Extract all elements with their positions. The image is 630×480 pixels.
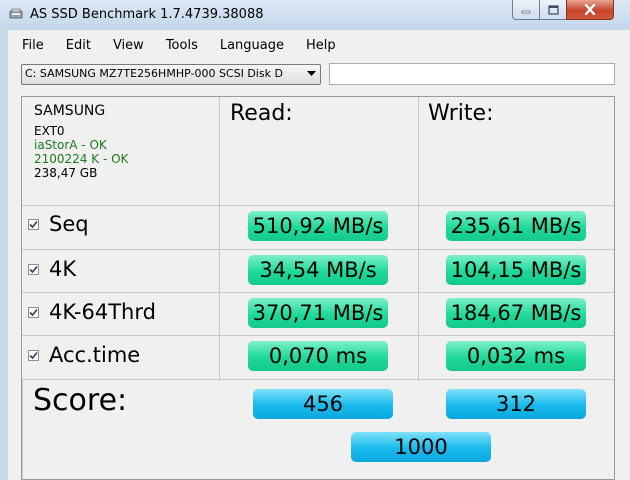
- menu-help[interactable]: Help: [292, 36, 344, 56]
- grid-divider: [22, 205, 614, 206]
- 4k-64thrd-checkbox[interactable]: [28, 307, 39, 318]
- row-label-acc-time: Acc.time: [49, 343, 141, 367]
- checkmark-icon: [29, 308, 38, 317]
- checkmark-icon: [29, 220, 38, 229]
- grid-divider: [418, 97, 419, 381]
- benchmark-table: SAMSUNG EXT0 iaStorA - OK 2100224 K - OK…: [21, 96, 615, 480]
- grid-divider: [22, 249, 614, 250]
- menu-view[interactable]: View: [99, 36, 152, 56]
- 4k-64thrd-read-result: 370,71 MB/s: [248, 298, 388, 328]
- seq-checkbox[interactable]: [28, 219, 39, 230]
- read-score: 456: [253, 389, 393, 419]
- write-score: 312: [446, 389, 586, 419]
- 4k-write-result: 104,15 MB/s: [446, 255, 586, 285]
- drive-select-value: C: SAMSUNG MZ7TE256HMHP-000 SCSI Disk D: [25, 67, 283, 80]
- checkmark-icon: [29, 265, 38, 274]
- row-label-4k-64thrd: 4K-64Thrd: [49, 300, 156, 324]
- menu-bar: File Edit View Tools Language Help: [8, 36, 344, 56]
- drive-firmware: EXT0: [34, 124, 65, 138]
- total-score: 1000: [351, 432, 491, 462]
- grid-divider: [22, 335, 614, 336]
- 4k-checkbox[interactable]: [28, 264, 39, 275]
- close-icon: [584, 4, 596, 15]
- grid-divider: [22, 379, 23, 479]
- menu-file[interactable]: File: [8, 36, 52, 56]
- grid-divider: [22, 379, 614, 380]
- maximize-icon: [547, 4, 559, 15]
- write-column-header: Write:: [428, 101, 494, 126]
- acc-time-checkbox[interactable]: [28, 350, 39, 361]
- name-field[interactable]: [329, 63, 615, 85]
- menu-edit[interactable]: Edit: [52, 36, 99, 56]
- drive-capacity: 238,47 GB: [34, 166, 98, 180]
- drive-info: SAMSUNG EXT0 iaStorA - OK 2100224 K - OK…: [34, 103, 128, 180]
- drive-select[interactable]: C: SAMSUNG MZ7TE256HMHP-000 SCSI Disk D: [21, 64, 321, 85]
- 4k-64thrd-write-result: 184,67 MB/s: [446, 298, 586, 328]
- minimize-icon: [521, 10, 531, 13]
- seq-write-result: 235,61 MB/s: [446, 211, 586, 241]
- minimize-button[interactable]: [512, 0, 540, 20]
- 4k-read-result: 34,54 MB/s: [248, 255, 388, 285]
- menu-language[interactable]: Language: [206, 36, 292, 56]
- menu-tools[interactable]: Tools: [152, 36, 206, 56]
- seq-read-result: 510,92 MB/s: [248, 211, 388, 241]
- drive-alignment-status: 2100224 K - OK: [34, 152, 129, 166]
- acc-time-read-result: 0,070 ms: [248, 341, 388, 371]
- read-column-header: Read:: [230, 101, 293, 126]
- row-label-4k: 4K: [49, 257, 77, 281]
- drive-vendor: SAMSUNG: [34, 103, 106, 119]
- checkmark-icon: [29, 351, 38, 360]
- close-button[interactable]: [566, 0, 614, 20]
- acc-time-write-result: 0,032 ms: [446, 341, 586, 371]
- drive-driver-status: iaStorA - OK: [34, 138, 107, 152]
- row-label-seq: Seq: [49, 212, 89, 236]
- chevron-down-icon: [307, 71, 316, 76]
- window-title: AS SSD Benchmark 1.7.4739.38088: [30, 7, 264, 22]
- grid-divider: [219, 97, 220, 381]
- score-label: Score:: [33, 383, 128, 418]
- maximize-button[interactable]: [539, 0, 567, 20]
- grid-divider: [22, 292, 614, 293]
- app-icon: [9, 8, 23, 19]
